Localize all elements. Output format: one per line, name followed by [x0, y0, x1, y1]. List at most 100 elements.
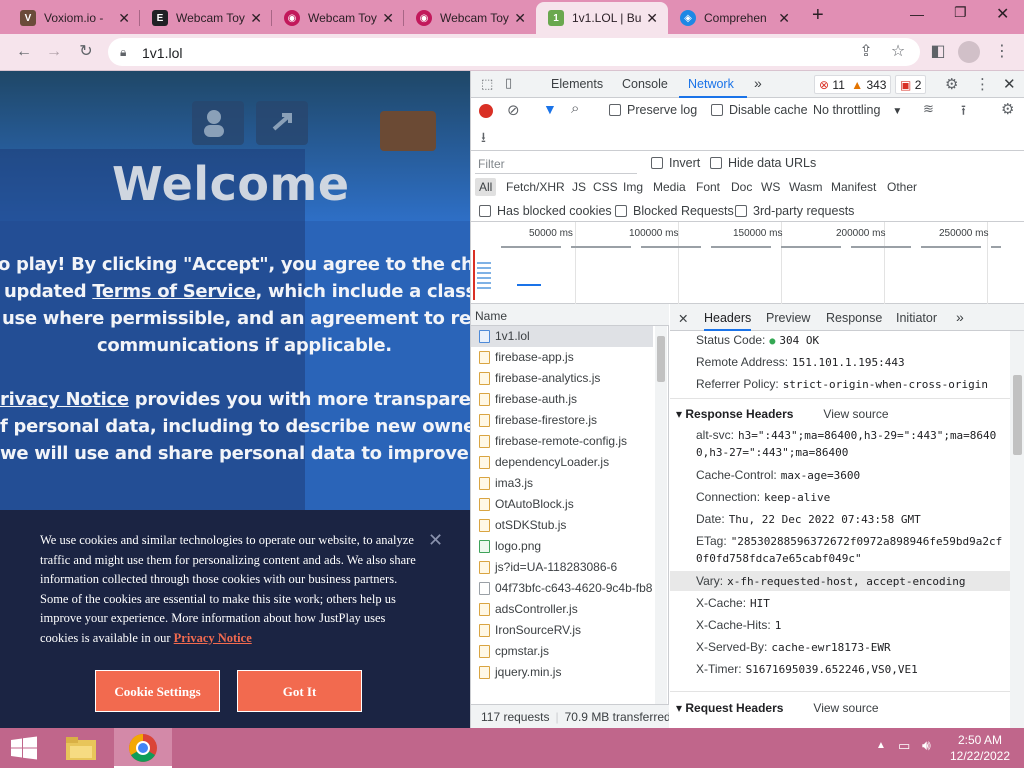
- request-row[interactable]: adsController.js: [471, 599, 653, 620]
- filter-wasm[interactable]: Wasm: [785, 178, 827, 196]
- bookmark-star-icon[interactable]: ☆: [888, 42, 908, 62]
- response-headers-section[interactable]: ▾ Response Headers View source: [676, 407, 889, 421]
- close-icon[interactable]: ✕: [428, 530, 443, 551]
- filter-all[interactable]: All: [475, 178, 497, 196]
- request-row[interactable]: logo.png: [471, 536, 653, 557]
- filter-media[interactable]: Media: [649, 178, 690, 196]
- chrome-taskbar-button[interactable]: [114, 728, 172, 768]
- request-row[interactable]: firebase-remote-config.js: [471, 431, 653, 452]
- tab-voxiom[interactable]: V Voxiom.io - ✕: [8, 2, 140, 34]
- request-row[interactable]: IronSourceRV.js: [471, 620, 653, 641]
- export-har-icon[interactable]: ⭳: [481, 127, 486, 151]
- filter-manifest[interactable]: Manifest: [827, 178, 880, 196]
- request-row[interactable]: firebase-auth.js: [471, 389, 653, 410]
- blocked-requests-checkbox[interactable]: Blocked Requests: [615, 204, 734, 218]
- request-row[interactable]: firebase-firestore.js: [471, 410, 653, 431]
- privacy-notice-link[interactable]: Privacy Notice: [174, 631, 252, 645]
- request-row[interactable]: dependencyLoader.js: [471, 452, 653, 473]
- tab-comprehensive[interactable]: ◈ Comprehen ✕: [668, 2, 800, 34]
- invert-checkbox[interactable]: Invert: [651, 156, 700, 170]
- filter-funnel-icon[interactable]: ▼: [543, 101, 557, 117]
- terms-of-service-link[interactable]: Terms of Service: [92, 281, 256, 302]
- volume-icon[interactable]: 🔊︎: [922, 737, 931, 754]
- request-row[interactable]: ima3.js: [471, 473, 653, 494]
- tab-webcam-toy-3[interactable]: ◉ Webcam Toy ✕: [404, 2, 536, 34]
- side-panel-icon[interactable]: ◧: [928, 42, 948, 62]
- request-row[interactable]: OtAutoBlock.js: [471, 494, 653, 515]
- share-icon[interactable]: ⇪: [856, 42, 876, 62]
- reload-icon[interactable]: ↻: [76, 42, 96, 62]
- hide-data-urls-checkbox[interactable]: Hide data URLs: [710, 156, 816, 170]
- detail-scrollbar[interactable]: [1010, 331, 1024, 728]
- name-column-header[interactable]: Name: [471, 304, 669, 326]
- request-row[interactable]: 04f73bfc-c643-4620-9c4b-fb8: [471, 578, 653, 599]
- clear-icon[interactable]: ⊘: [507, 101, 520, 119]
- tab-elements[interactable]: Elements: [551, 77, 603, 91]
- view-source-link[interactable]: View source: [823, 407, 888, 421]
- network-settings-icon[interactable]: ⚙: [1001, 100, 1014, 118]
- devtools-menu-icon[interactable]: ⋮: [975, 75, 990, 93]
- window-close-icon[interactable]: ✕: [996, 4, 1009, 24]
- close-tab-icon[interactable]: ✕: [778, 10, 790, 27]
- search-icon[interactable]: ⌕: [571, 100, 579, 117]
- inspect-element-icon[interactable]: ⬚: [481, 76, 493, 92]
- preserve-log-checkbox[interactable]: Preserve log: [609, 103, 697, 117]
- filter-css[interactable]: CSS: [589, 178, 622, 196]
- close-detail-icon[interactable]: ✕: [678, 311, 688, 326]
- filter-doc[interactable]: Doc: [727, 178, 756, 196]
- has-blocked-cookies-checkbox[interactable]: Has blocked cookies: [479, 204, 612, 218]
- disable-cache-checkbox[interactable]: Disable cache: [711, 103, 808, 117]
- more-tabs-icon[interactable]: »: [754, 75, 762, 91]
- request-row[interactable]: jquery.min.js: [471, 662, 653, 683]
- fullscreen-icon[interactable]: [256, 101, 308, 145]
- issue-counter[interactable]: ⊗ 11 ▲ 343: [814, 75, 892, 94]
- tab-webcam-toy-2[interactable]: ◉ Webcam Toy ✕: [272, 2, 404, 34]
- clock[interactable]: 2:50 AM 12/22/2022: [948, 733, 1012, 763]
- filter-img[interactable]: Img: [619, 178, 647, 196]
- url-text[interactable]: 1v1.lol: [142, 45, 182, 61]
- issues-badge[interactable]: ▣ 2: [895, 75, 927, 94]
- menu-kebab-icon[interactable]: ⋮: [992, 42, 1012, 62]
- tab-console[interactable]: Console: [622, 77, 668, 91]
- device-toolbar-icon[interactable]: ▯: [505, 75, 512, 91]
- restore-icon[interactable]: ❐: [954, 4, 967, 21]
- request-row[interactable]: 1v1.lol: [471, 326, 653, 347]
- filter-ws[interactable]: WS: [757, 178, 784, 196]
- cookie-settings-button[interactable]: Cookie Settings: [95, 670, 220, 712]
- close-tab-icon[interactable]: ✕: [382, 10, 394, 27]
- third-party-requests-checkbox[interactable]: 3rd-party requests: [735, 204, 854, 218]
- tab-headers[interactable]: Headers: [704, 311, 752, 331]
- record-icon[interactable]: [479, 104, 493, 118]
- filter-js[interactable]: JS: [568, 178, 590, 196]
- throttling-select[interactable]: No throttling ▼: [813, 103, 902, 117]
- request-headers-section[interactable]: ▾ Request Headers View source: [676, 701, 879, 715]
- got-it-button[interactable]: Got It: [237, 670, 362, 712]
- tab-preview[interactable]: Preview: [766, 311, 810, 325]
- close-tab-icon[interactable]: ✕: [646, 10, 658, 27]
- tab-1v1-lol[interactable]: 1 1v1.LOL | Bu ✕: [536, 2, 668, 34]
- close-tab-icon[interactable]: ✕: [250, 10, 262, 27]
- close-tab-icon[interactable]: ✕: [118, 10, 130, 27]
- tab-webcam-toy-1[interactable]: E Webcam Toy ✕: [140, 2, 272, 34]
- request-list-scrollbar[interactable]: [655, 326, 667, 704]
- view-source-link[interactable]: View source: [813, 701, 878, 715]
- request-row[interactable]: otSDKStub.js: [471, 515, 653, 536]
- forward-icon[interactable]: →: [44, 42, 64, 62]
- omnibox[interactable]: 🔒︎ 1v1.lol: [108, 38, 920, 66]
- more-detail-tabs-icon[interactable]: »: [956, 309, 964, 325]
- request-row[interactable]: js?id=UA-118283086-6: [471, 557, 653, 578]
- request-row[interactable]: firebase-app.js: [471, 347, 653, 368]
- tab-response[interactable]: Response: [826, 311, 882, 325]
- network-icon[interactable]: ▭: [898, 738, 910, 754]
- filter-other[interactable]: Other: [883, 178, 921, 196]
- tab-network[interactable]: Network: [688, 77, 734, 91]
- request-row[interactable]: cpmstar.js: [471, 641, 653, 662]
- filter-fetch-xhr[interactable]: Fetch/XHR: [502, 178, 569, 196]
- close-devtools-icon[interactable]: ✕: [1003, 75, 1016, 93]
- tab-initiator[interactable]: Initiator: [896, 311, 937, 325]
- network-overview-timeline[interactable]: 50000 ms 100000 ms 150000 ms 200000 ms 2…: [471, 222, 1024, 304]
- profile-avatar-icon[interactable]: [958, 41, 980, 63]
- players-icon[interactable]: [192, 101, 244, 145]
- windows-start-icon[interactable]: [10, 736, 38, 760]
- settings-gear-icon[interactable]: ⚙: [945, 75, 958, 93]
